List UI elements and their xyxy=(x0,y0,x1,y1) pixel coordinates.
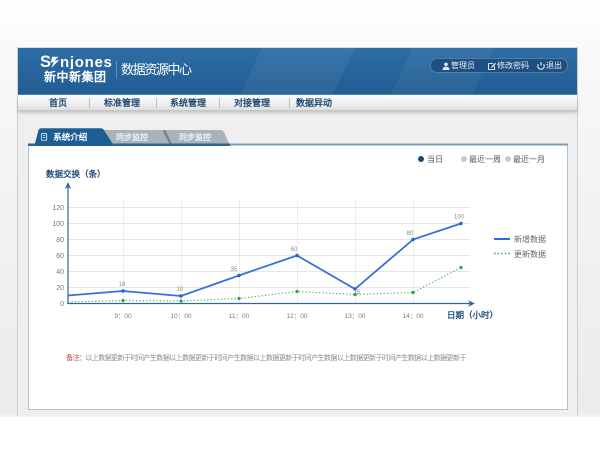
svg-text:60: 60 xyxy=(291,247,298,253)
svg-text:35: 35 xyxy=(231,267,238,273)
svg-text:80: 80 xyxy=(56,237,64,244)
svg-text:18: 18 xyxy=(119,282,126,288)
svg-text:日期（小时）: 日期（小时） xyxy=(447,310,498,320)
svg-text:11：00: 11：00 xyxy=(229,313,250,320)
svg-text:120: 120 xyxy=(52,205,64,212)
svg-text:同步监控: 同步监控 xyxy=(179,132,211,142)
svg-text:60: 60 xyxy=(56,253,64,260)
svg-text:100: 100 xyxy=(454,215,465,221)
svg-text:20: 20 xyxy=(56,285,64,292)
svg-text:同步监控: 同步监控 xyxy=(116,132,148,142)
svg-text:13：00: 13：00 xyxy=(345,313,366,320)
svg-text:10: 10 xyxy=(177,287,184,293)
svg-text:9：00: 9：00 xyxy=(114,313,132,320)
svg-text:100: 100 xyxy=(52,221,64,228)
svg-text:80: 80 xyxy=(407,231,414,237)
svg-text:40: 40 xyxy=(56,269,64,276)
svg-text:0: 0 xyxy=(60,301,64,308)
svg-text:12：00: 12：00 xyxy=(287,313,308,320)
svg-text:10：00: 10：00 xyxy=(171,313,192,320)
svg-text:15: 15 xyxy=(354,290,361,296)
svg-text:14：00: 14：00 xyxy=(403,313,424,320)
svg-text:系统介绍: 系统介绍 xyxy=(53,132,88,142)
